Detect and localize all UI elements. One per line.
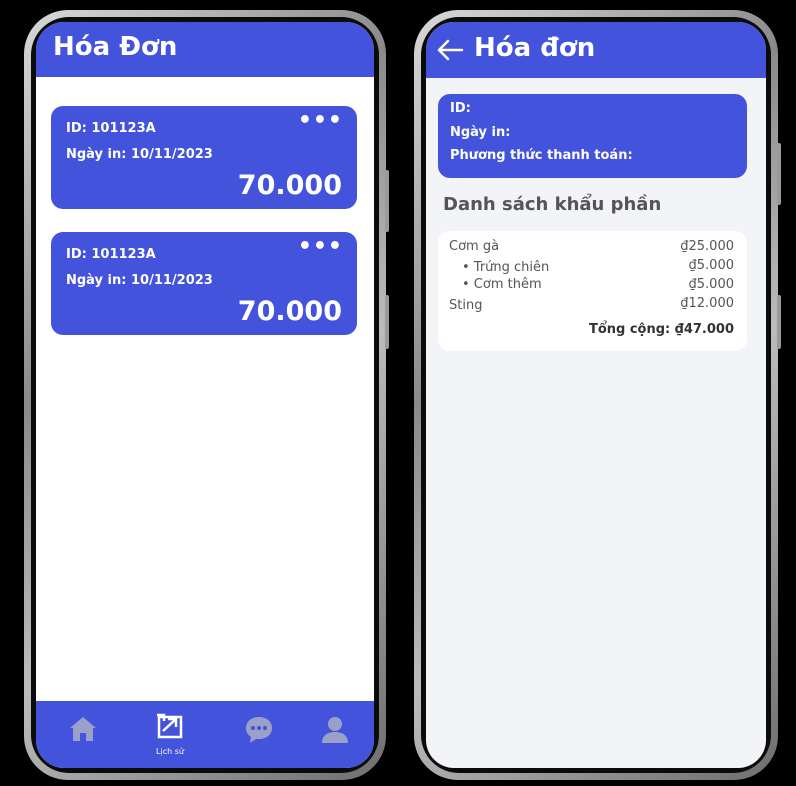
page-title: Hóa Đơn xyxy=(53,32,178,62)
items-card: Cơm gà ₫25.000 • Trứng chiên ₫5.000 • Cơ… xyxy=(438,231,747,351)
app-header: Hóa Đơn xyxy=(36,22,374,77)
invoice-date: Ngày in: 10/11/2023 xyxy=(66,273,213,288)
item-name: • Cơm thêm xyxy=(462,277,542,292)
power-button xyxy=(385,295,389,349)
app-header: Hóa đơn xyxy=(426,22,766,78)
phone-frame-right: Hóa đơn ID: Ngày in: Phương thức thanh t… xyxy=(414,10,781,780)
invoice-info-card: ID: Ngày in: Phương thức thanh toán: xyxy=(438,94,747,178)
invoice-id-label: ID: xyxy=(450,101,471,116)
user-icon xyxy=(322,717,348,743)
more-options-icon[interactable]: ••• xyxy=(298,234,343,259)
invoice-card[interactable]: ••• ID: 101123A Ngày in: 10/11/2023 70.0… xyxy=(51,232,357,335)
item-price: ₫12.000 xyxy=(680,296,734,311)
item-name: Cơm gà xyxy=(449,239,500,254)
item-price: ₫5.000 xyxy=(688,258,735,273)
nav-history-label: Lịch sử xyxy=(156,747,184,756)
volume-button xyxy=(777,143,781,205)
list-item: • Cơm thêm ₫5.000 xyxy=(438,277,747,295)
power-button xyxy=(777,295,781,349)
receipt-history-icon xyxy=(157,713,183,739)
more-options-icon[interactable]: ••• xyxy=(298,108,343,133)
page-title: Hóa đơn xyxy=(474,33,596,63)
phone-frame-left: Hóa Đơn ••• ID: 101123A Ngày in: 10/11/2… xyxy=(24,10,389,780)
chat-bubble-icon xyxy=(246,717,272,743)
item-name: • Trứng chiên xyxy=(462,260,550,275)
list-item: Cơm gà ₫25.000 xyxy=(438,239,747,257)
item-price: ₫5.000 xyxy=(688,277,735,292)
nav-profile[interactable] xyxy=(304,701,364,768)
total-amount: Tổng cộng: ₫47.000 xyxy=(588,322,734,337)
back-arrow-icon[interactable] xyxy=(436,38,464,62)
list-item: Sting ₫12.000 xyxy=(438,296,747,316)
invoice-card[interactable]: ••• ID: 101123A Ngày in: 10/11/2023 70.0… xyxy=(51,106,357,209)
list-item: • Trứng chiên ₫5.000 xyxy=(438,258,747,278)
nav-chat[interactable] xyxy=(228,701,288,768)
invoice-id: ID: 101123A xyxy=(66,121,156,136)
bottom-nav: Lịch sử xyxy=(36,701,374,768)
invoice-date-label: Ngày in: xyxy=(450,125,511,140)
invoice-amount: 70.000 xyxy=(237,170,342,201)
home-icon xyxy=(70,717,96,741)
invoice-date: Ngày in: 10/11/2023 xyxy=(66,147,213,162)
invoice-amount: 70.000 xyxy=(237,296,342,327)
volume-button xyxy=(385,170,389,232)
invoice-id: ID: 101123A xyxy=(66,247,156,262)
nav-home[interactable] xyxy=(52,701,112,768)
invoice-detail-screen: Hóa đơn ID: Ngày in: Phương thức thanh t… xyxy=(426,22,766,768)
section-title: Danh sách khẩu phần xyxy=(443,194,662,215)
payment-method-label: Phương thức thanh toán: xyxy=(450,148,633,163)
item-name: Sting xyxy=(449,298,483,313)
nav-history[interactable]: Lịch sử xyxy=(140,701,200,768)
invoice-list-screen: Hóa Đơn ••• ID: 101123A Ngày in: 10/11/2… xyxy=(36,22,374,768)
item-price: ₫25.000 xyxy=(680,239,734,254)
